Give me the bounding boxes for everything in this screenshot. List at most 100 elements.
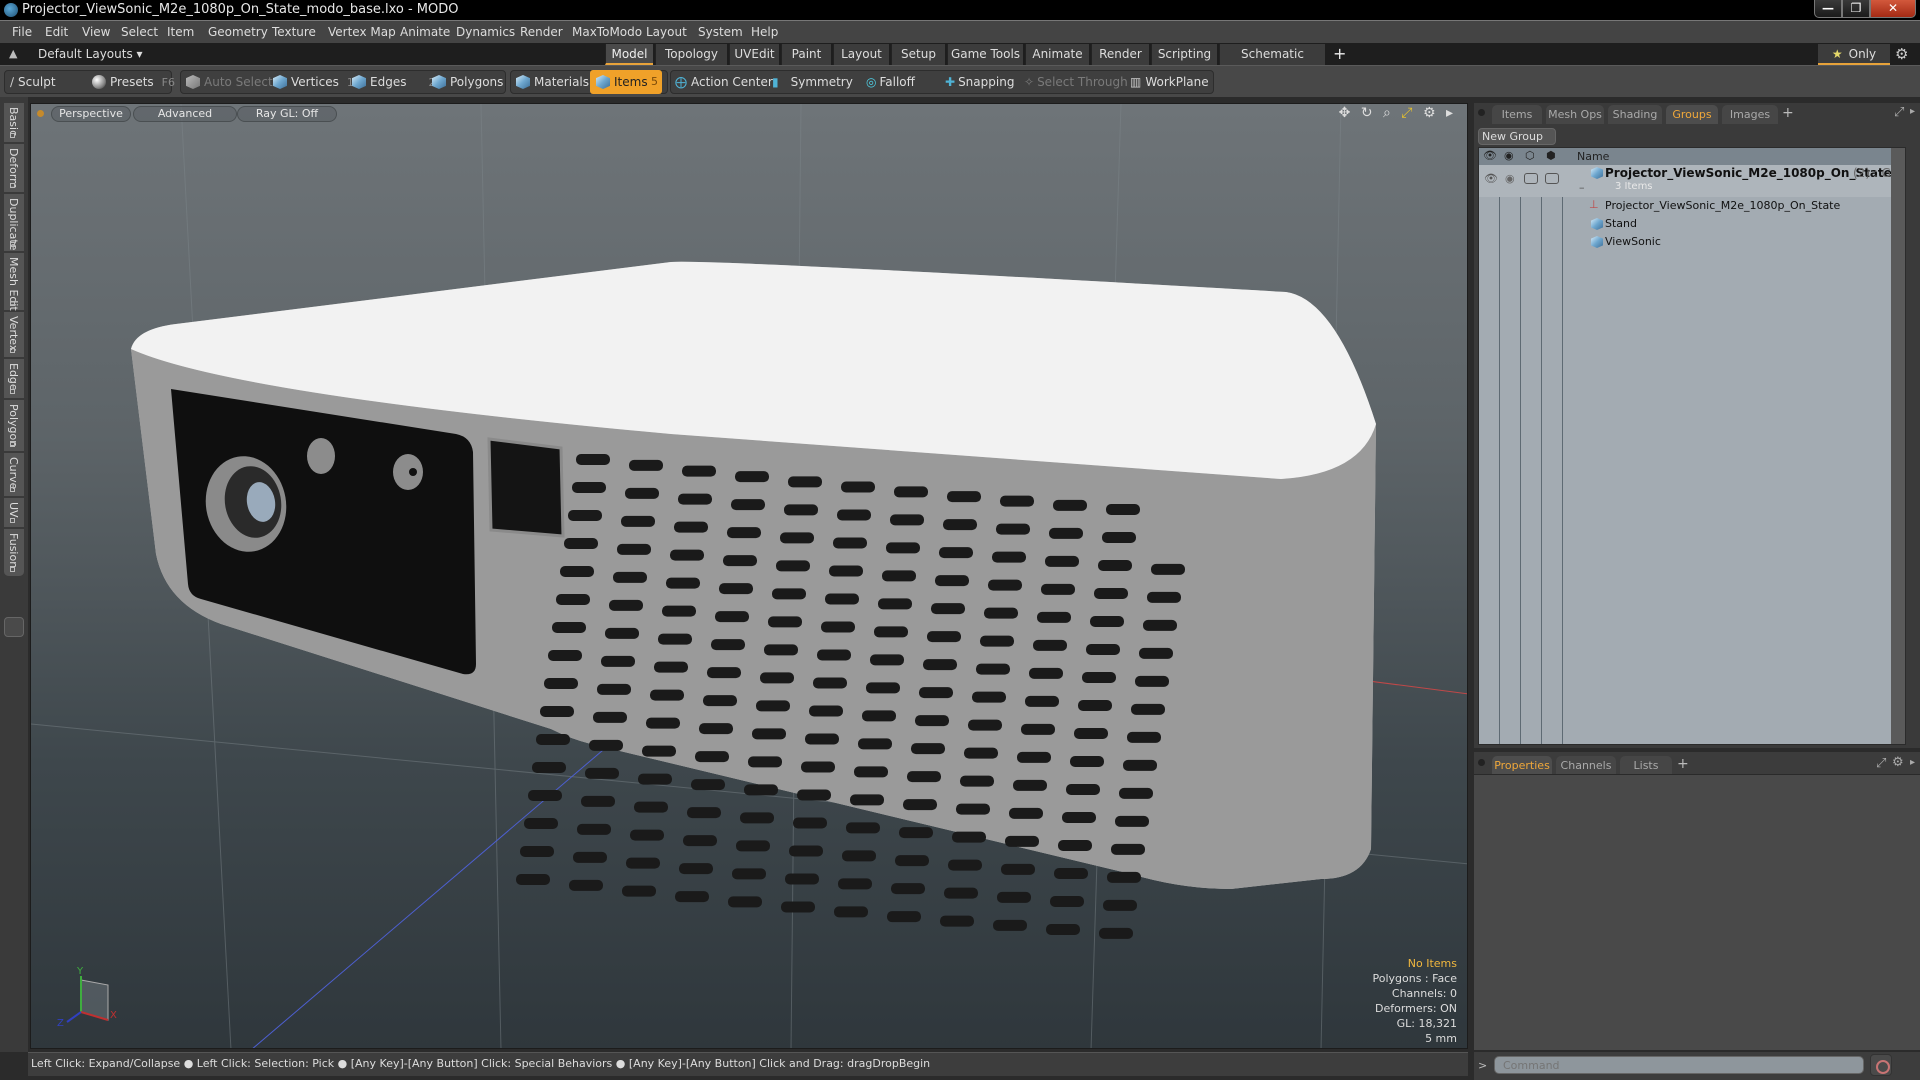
- vtab-uv[interactable]: UV: [4, 498, 24, 528]
- rotate-view-icon[interactable]: ↻: [1361, 105, 1373, 121]
- select-through-button[interactable]: ✧ Select Through: [1024, 70, 1128, 94]
- sculpt-button[interactable]: ∕ Sculpt: [10, 70, 56, 94]
- expand-panel-icon[interactable]: ⤢: [1894, 105, 1904, 120]
- fit-view-icon[interactable]: ⤢: [1401, 105, 1412, 121]
- render-column-icon[interactable]: ◉: [1504, 149, 1514, 162]
- menu-item[interactable]: Item: [167, 25, 194, 39]
- vtab-edge[interactable]: Edge: [4, 359, 24, 399]
- expand-panel-icon[interactable]: ⤢: [1876, 756, 1886, 771]
- workplane-button[interactable]: ▥ WorkPlane: [1130, 70, 1209, 94]
- vtab-fusion[interactable]: Fusion: [4, 529, 24, 577]
- list-item[interactable]: Stand: [1479, 215, 1905, 233]
- tab-schematic-fusion[interactable]: Schematic Fusion: [1219, 44, 1325, 81]
- tab-properties[interactable]: Properties: [1492, 756, 1552, 775]
- symmetry-button[interactable]: ▮ Symmetry: [772, 70, 853, 94]
- tab-uvedit[interactable]: UVEdit: [729, 44, 779, 65]
- action-center-button[interactable]: ⨁ Action Center: [675, 70, 773, 94]
- lock-column-icon[interactable]: ⬡: [1525, 149, 1535, 162]
- viewport-settings-icon[interactable]: ⚙: [1423, 105, 1436, 121]
- tab-layout[interactable]: Layout: [833, 44, 889, 65]
- vtab-duplicate[interactable]: Duplicate: [4, 194, 24, 252]
- viewport-status-dot[interactable]: [37, 110, 44, 117]
- falloff-button[interactable]: ◎ Falloff: [866, 70, 915, 94]
- menu-file[interactable]: File: [12, 25, 32, 39]
- new-group-button[interactable]: New Group: [1478, 128, 1556, 145]
- tab-render[interactable]: Render: [1091, 44, 1149, 65]
- tab-paint[interactable]: Paint: [781, 44, 831, 65]
- tab-topology[interactable]: Topology: [655, 44, 727, 65]
- name-column-header[interactable]: Name: [1577, 150, 1609, 163]
- panel-more-icon[interactable]: ▸: [1910, 757, 1915, 768]
- tab-images[interactable]: Images: [1722, 105, 1778, 124]
- menu-animate[interactable]: Animate: [400, 25, 450, 39]
- only-toggle[interactable]: ★ Only: [1818, 44, 1890, 65]
- menu-edit[interactable]: Edit: [45, 25, 68, 39]
- presets-button[interactable]: Presets F6: [92, 70, 175, 94]
- panel-settings-icon[interactable]: ⚙: [1892, 755, 1904, 770]
- add-layout-tab-button[interactable]: +: [1333, 44, 1346, 63]
- maximize-button[interactable]: ❐: [1842, 0, 1870, 18]
- menu-layout[interactable]: Layout: [646, 25, 687, 39]
- 3d-viewport[interactable]: Perspective Advanced Ray GL: Off ✥ ↻ ⌕ ⤢…: [30, 103, 1468, 1049]
- vtab-curve[interactable]: Curve: [4, 453, 24, 497]
- tab-groups[interactable]: Groups: [1666, 105, 1718, 124]
- vertices-button[interactable]: Vertices 1: [273, 70, 354, 94]
- select-toggle[interactable]: [1545, 173, 1559, 184]
- vtab-basic[interactable]: Basic: [4, 103, 24, 143]
- vtab-vertex[interactable]: Vertex: [4, 312, 24, 358]
- tab-model[interactable]: Model: [605, 44, 653, 65]
- menu-texture[interactable]: Texture: [272, 25, 316, 39]
- viewport-more-icon[interactable]: ▸: [1446, 105, 1453, 121]
- tab-setup[interactable]: Setup: [891, 44, 945, 65]
- menu-system[interactable]: System: [698, 25, 743, 39]
- menu-render[interactable]: Render: [520, 25, 563, 39]
- layouts-dropdown[interactable]: Default Layouts ▾: [38, 47, 143, 61]
- collapse-arrow-icon[interactable]: ▲: [9, 47, 17, 60]
- menu-vertex-map[interactable]: Vertex Map: [328, 25, 396, 39]
- palette-toggle-button[interactable]: [4, 617, 24, 637]
- record-macro-button[interactable]: [1870, 1054, 1892, 1076]
- edges-button[interactable]: Edges 2: [352, 70, 435, 94]
- move-view-icon[interactable]: ✥: [1339, 105, 1351, 121]
- group-row[interactable]: 👁 ◉ – Projector_ViewSonic_M2e_1080p_On_S…: [1479, 165, 1905, 197]
- add-panel-tab-button[interactable]: +: [1782, 105, 1794, 121]
- view-mode-dropdown[interactable]: Perspective: [51, 106, 131, 122]
- tab-animate[interactable]: Animate: [1025, 44, 1089, 65]
- menu-maxtomodo[interactable]: MaxToModo: [572, 25, 642, 39]
- zoom-view-icon[interactable]: ⌕: [1383, 105, 1391, 121]
- visibility-toggle-icon[interactable]: 👁: [1484, 172, 1498, 185]
- tab-lists[interactable]: Lists: [1620, 756, 1672, 775]
- tab-items[interactable]: Items: [1492, 105, 1542, 124]
- polygons-button[interactable]: Polygons: [432, 70, 503, 94]
- raygl-toggle[interactable]: Ray GL: Off: [237, 106, 337, 122]
- close-button[interactable]: ✕: [1870, 0, 1916, 18]
- tab-game-tools[interactable]: Game Tools: [947, 44, 1023, 65]
- select-column-icon[interactable]: ⬢: [1546, 149, 1556, 162]
- menu-geometry[interactable]: Geometry: [208, 25, 268, 39]
- menu-view[interactable]: View: [82, 25, 110, 39]
- panel-menu-dot[interactable]: [1478, 759, 1485, 766]
- vtab-polygon[interactable]: Polygon: [4, 400, 24, 452]
- lock-toggle[interactable]: [1524, 173, 1538, 184]
- visibility-column-icon[interactable]: 👁: [1483, 149, 1497, 162]
- menu-help[interactable]: Help: [751, 25, 778, 39]
- vtab-mesh-edit[interactable]: Mesh Edit: [4, 253, 24, 311]
- expand-collapse-toggle[interactable]: –: [1579, 181, 1585, 194]
- gear-icon[interactable]: ⚙: [1895, 45, 1908, 63]
- panel-menu-dot[interactable]: [1478, 109, 1485, 116]
- minimize-button[interactable]: —: [1814, 0, 1842, 18]
- tree-scrollbar[interactable]: [1891, 148, 1905, 744]
- snapping-button[interactable]: ✚ Snapping: [945, 70, 1014, 94]
- vtab-deform[interactable]: Deform: [4, 144, 24, 193]
- items-button[interactable]: Items 5: [590, 70, 662, 94]
- materials-button[interactable]: Materials: [516, 70, 589, 94]
- menu-select[interactable]: Select: [121, 25, 158, 39]
- add-panel-tab-button[interactable]: +: [1677, 756, 1689, 772]
- menu-dynamics[interactable]: Dynamics: [456, 25, 515, 39]
- tab-mesh-ops[interactable]: Mesh Ops: [1546, 105, 1604, 124]
- command-input[interactable]: [1494, 1056, 1864, 1074]
- auto-select-button[interactable]: Auto Select: [186, 70, 273, 94]
- tab-scripting[interactable]: Scripting: [1151, 44, 1217, 65]
- tab-shading[interactable]: Shading: [1608, 105, 1662, 124]
- shading-mode-dropdown[interactable]: Advanced: [133, 106, 237, 122]
